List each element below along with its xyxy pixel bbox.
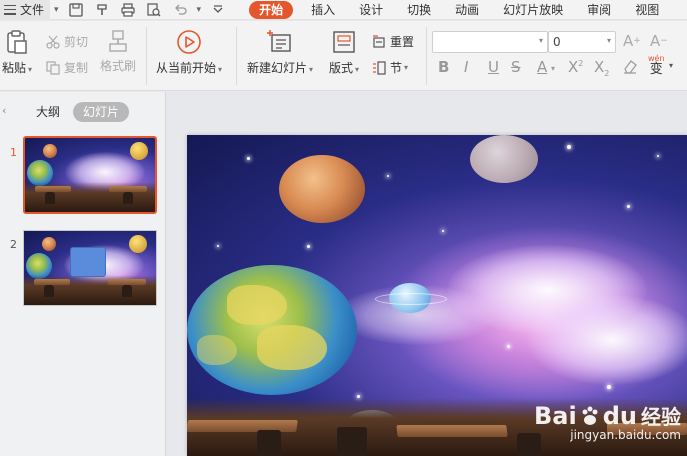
font-size-value: 0: [553, 35, 561, 49]
phonetic-dropdown-icon[interactable]: ▾: [669, 61, 673, 70]
tab-outline[interactable]: 大纲: [26, 102, 70, 122]
cut-label: 剪切: [64, 35, 89, 49]
font-name-dropdown-icon: ▾: [538, 36, 543, 45]
file-menu-label: 文件: [20, 3, 45, 17]
tab-insert[interactable]: 插入: [299, 0, 347, 20]
ribbon-separator: [146, 27, 147, 85]
font-color-dropdown-icon[interactable]: ▾: [551, 64, 555, 73]
section-button[interactable]: 节 ▾: [372, 59, 408, 76]
copy-label: 复制: [64, 61, 89, 75]
collapse-panel-icon[interactable]: ‹: [2, 104, 6, 117]
paste-icon: [7, 30, 27, 54]
strikethrough-icon[interactable]: S: [511, 58, 521, 76]
tab-transitions[interactable]: 切换: [395, 0, 443, 20]
orange-planet: [279, 155, 365, 223]
phonetic-char-label: 变: [649, 62, 663, 77]
format-painter-quick-icon[interactable]: [94, 2, 110, 18]
subscript-icon[interactable]: X2: [594, 58, 609, 78]
print-preview-icon[interactable]: [146, 2, 162, 18]
font-size-select[interactable]: 0 ▾: [548, 31, 616, 53]
chevron-down-icon[interactable]: ▾: [50, 5, 63, 15]
brush-icon: [109, 30, 127, 52]
play-icon: [177, 30, 201, 54]
earth-planet: [187, 265, 357, 395]
reset-label: 重置: [390, 35, 415, 49]
paste-label: 粘贴: [2, 61, 27, 75]
superscript-icon[interactable]: X2: [568, 58, 583, 76]
inserted-shape: [70, 247, 106, 277]
customize-quick-access-icon[interactable]: [210, 2, 226, 18]
layout-icon: [333, 31, 355, 53]
watermark-brand-1: Bai: [534, 401, 577, 430]
slide-canvas: Bai du 经验 jingyan.baidu.com: [167, 92, 687, 456]
print-icon[interactable]: [120, 2, 136, 18]
font-name-select[interactable]: ▾: [432, 31, 548, 53]
new-slide-icon: [267, 30, 291, 52]
clear-format-icon[interactable]: [622, 58, 638, 78]
format-painter-label: 格式刷: [100, 59, 137, 73]
tab-design[interactable]: 设计: [347, 0, 395, 20]
undo-icon[interactable]: [172, 2, 188, 18]
underline-icon[interactable]: U: [488, 58, 499, 76]
increase-font-icon[interactable]: A +: [623, 32, 641, 50]
pale-planet: [470, 135, 538, 183]
phonetic-guide-button[interactable]: wén 变: [648, 55, 665, 77]
undo-dropdown-icon[interactable]: ▾: [193, 5, 206, 15]
tab-home[interactable]: 开始: [249, 0, 294, 19]
slide-thumbnail-2[interactable]: [23, 230, 157, 306]
new-slide-label: 新建幻灯片: [247, 61, 308, 75]
hamburger-icon: [4, 4, 16, 15]
paste-button[interactable]: 粘贴 ▾: [2, 29, 32, 76]
ribbon-tabs: 开始 插入 设计 切换 动画 幻灯片放映 审阅 视图: [243, 0, 671, 20]
menu-bar: 文件 ▾ ▾ 开始 插入 设计 切换 动画 幻灯片放映 审阅 视图: [0, 0, 687, 20]
new-slide-button[interactable]: 新建幻灯片 ▾: [247, 29, 313, 76]
tab-view[interactable]: 视图: [623, 0, 671, 20]
baidu-watermark: Bai du 经验 jingyan.baidu.com: [534, 401, 681, 443]
section-label: 节: [390, 61, 403, 75]
font-size-dropdown-icon: ▾: [606, 36, 611, 45]
save-icon[interactable]: [68, 2, 84, 18]
file-menu-button[interactable]: 文件: [0, 0, 51, 20]
section-icon: [373, 60, 386, 75]
copy-icon: [46, 60, 60, 75]
watermark-url: jingyan.baidu.com: [570, 428, 681, 442]
ribbon-toolbar: 粘贴 ▾ 剪切 复制 格式刷 从当前开始 ▾ 新建幻灯片 ▾ 版式 ▾ 重置 节 ▾: [0, 21, 687, 91]
play-from-current-label: 从当前开始: [156, 61, 217, 75]
reset-icon: [373, 34, 385, 48]
format-painter-button[interactable]: 格式刷: [100, 29, 136, 74]
tab-slides[interactable]: 幻灯片: [73, 102, 130, 122]
play-from-current-button[interactable]: 从当前开始 ▾: [156, 29, 222, 76]
slide-thumbnail-1[interactable]: [23, 136, 157, 214]
decrease-font-icon[interactable]: A −: [650, 32, 668, 50]
reset-button[interactable]: 重置: [372, 33, 414, 50]
ribbon-separator: [236, 27, 237, 85]
watermark-brand-cn: 经验: [641, 405, 681, 429]
watermark-brand-2: du: [602, 401, 637, 430]
paw-icon: [582, 406, 598, 425]
bold-icon[interactable]: B: [438, 58, 449, 76]
copy-button[interactable]: 复制: [46, 59, 88, 76]
tab-review[interactable]: 审阅: [575, 0, 623, 20]
layout-button[interactable]: 版式 ▾: [329, 29, 359, 76]
font-color-icon[interactable]: A: [537, 58, 547, 76]
scissors-icon: [46, 35, 60, 49]
ribbon-separator: [426, 27, 427, 85]
layout-label: 版式: [329, 61, 354, 75]
tab-animations[interactable]: 动画: [443, 0, 491, 20]
italic-icon[interactable]: I: [464, 58, 468, 76]
cut-button[interactable]: 剪切: [46, 33, 88, 50]
slide-number: 2: [10, 238, 17, 251]
tab-slideshow[interactable]: 幻灯片放映: [491, 0, 575, 20]
slide-number: 1: [10, 146, 17, 159]
